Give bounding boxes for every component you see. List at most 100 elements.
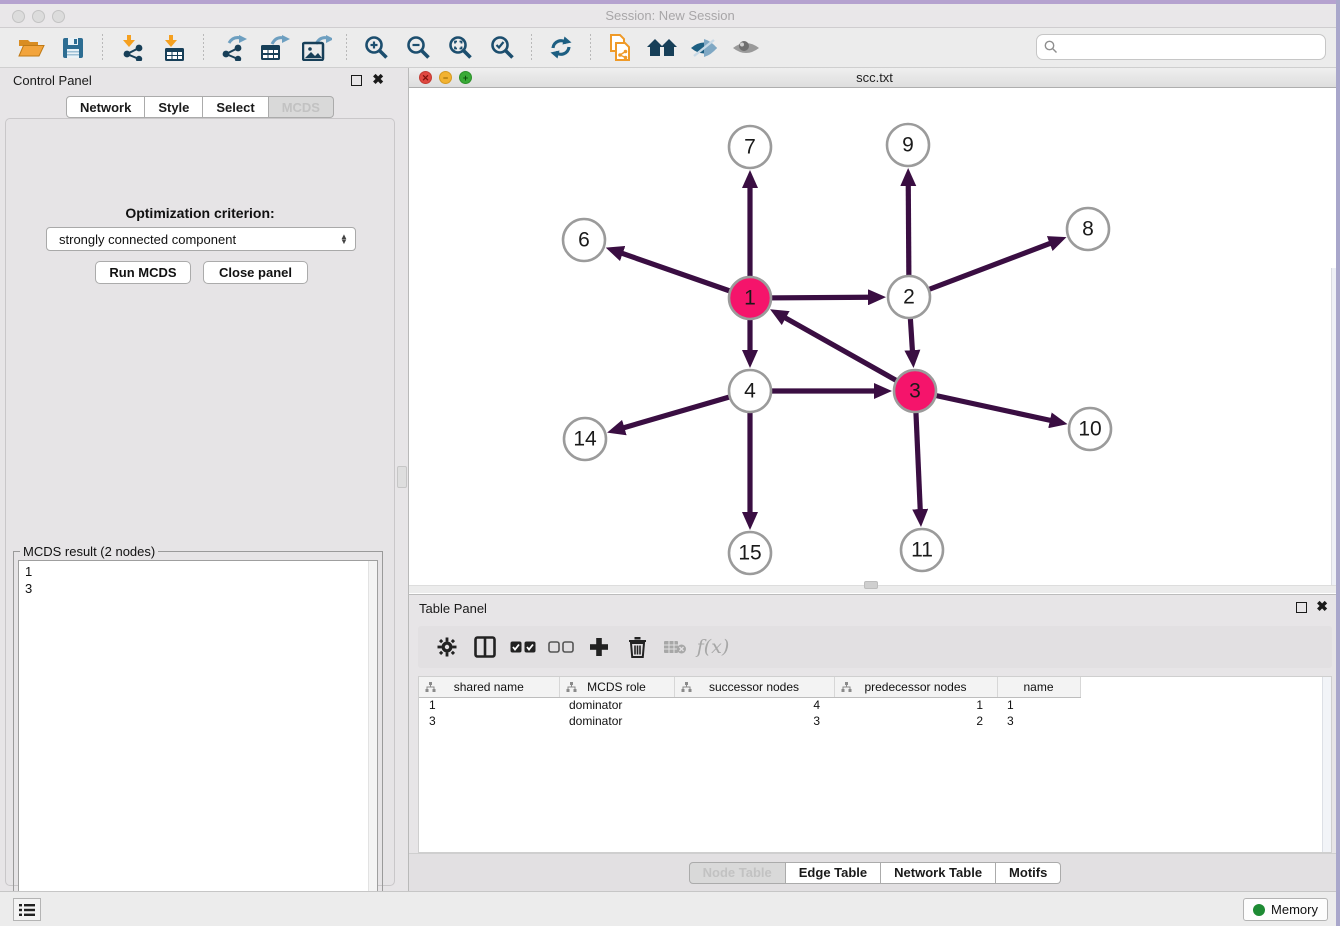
status-bar: Memory bbox=[0, 891, 1340, 926]
open-session-button[interactable] bbox=[14, 33, 48, 63]
table-cell[interactable]: 1 bbox=[997, 697, 1080, 713]
close-panel-icon[interactable]: ✖ bbox=[372, 71, 384, 88]
network-graph[interactable]: 7 9 6 8 1 2 4 3 14 10 15 11 bbox=[409, 88, 1339, 585]
export-network-button[interactable] bbox=[216, 33, 250, 63]
hide-unselected-button[interactable] bbox=[687, 33, 721, 63]
graph-node-3[interactable]: 3 bbox=[894, 370, 936, 412]
column-header-successor-nodes[interactable]: successor nodes bbox=[674, 677, 834, 697]
network-view-window: ✕ − + scc.txt 7 9 6 8 1 2 4 3 14 10 15 11 bbox=[408, 68, 1340, 594]
result-scrollbar[interactable] bbox=[368, 561, 377, 917]
column-view-button[interactable] bbox=[468, 632, 502, 662]
table-cell[interactable]: 3 bbox=[674, 713, 834, 729]
home-icon bbox=[646, 36, 678, 60]
import-table-button[interactable] bbox=[157, 33, 191, 63]
zoom-in-button[interactable] bbox=[359, 33, 393, 63]
zoom-selected-button[interactable] bbox=[485, 33, 519, 63]
search-field[interactable] bbox=[1036, 34, 1326, 60]
tab-mcds[interactable]: MCDS bbox=[269, 96, 334, 118]
tab-network[interactable]: Network bbox=[66, 96, 145, 118]
deselect-all-button[interactable] bbox=[544, 632, 578, 662]
graph-node-7[interactable]: 7 bbox=[729, 126, 771, 168]
table-cell[interactable]: 2 bbox=[834, 713, 997, 729]
delete-column-button[interactable] bbox=[620, 632, 654, 662]
float-panel-icon[interactable] bbox=[351, 75, 362, 86]
panel-splitter-handle[interactable] bbox=[397, 466, 407, 488]
toolbar-separator bbox=[203, 34, 204, 62]
function-builder-button[interactable]: f(x) bbox=[696, 632, 730, 662]
import-network-button[interactable] bbox=[115, 33, 149, 63]
clone-network-icon bbox=[607, 34, 633, 62]
graph-edge-2-8[interactable] bbox=[909, 243, 1051, 297]
table-cell[interactable]: 3 bbox=[997, 713, 1080, 729]
table-cell[interactable]: 4 bbox=[674, 697, 834, 713]
graph-node-label: 10 bbox=[1078, 418, 1101, 441]
table-row[interactable]: 3dominator323 bbox=[419, 713, 1080, 729]
memory-button[interactable]: Memory bbox=[1243, 898, 1328, 921]
mcds-result-title: MCDS result (2 nodes) bbox=[20, 544, 158, 559]
graph-node-4[interactable]: 4 bbox=[729, 370, 771, 412]
table-settings-button[interactable] bbox=[430, 632, 464, 662]
refresh-button[interactable] bbox=[544, 33, 578, 63]
table-cell[interactable]: 1 bbox=[419, 697, 559, 713]
run-mcds-button[interactable]: Run MCDS bbox=[95, 261, 191, 284]
graph-node-2[interactable]: 2 bbox=[888, 276, 930, 318]
trash-icon bbox=[628, 636, 647, 658]
go-home-button[interactable] bbox=[645, 33, 679, 63]
table-scrollbar[interactable] bbox=[1322, 677, 1331, 852]
select-all-button[interactable] bbox=[506, 632, 540, 662]
mcds-result-list[interactable]: 13 bbox=[18, 560, 378, 918]
column-header-name[interactable]: name bbox=[997, 677, 1080, 697]
network-window-titlebar[interactable]: ✕ − + scc.txt bbox=[409, 68, 1340, 88]
graph-node-6[interactable]: 6 bbox=[563, 219, 605, 261]
column-header-predecessor-nodes[interactable]: predecessor nodes bbox=[834, 677, 997, 697]
zoom-out-button[interactable] bbox=[401, 33, 435, 63]
table-cell[interactable]: 3 bbox=[419, 713, 559, 729]
graph-node-label: 3 bbox=[909, 380, 921, 403]
graph-node-1[interactable]: 1 bbox=[729, 277, 771, 319]
zoom-in-icon bbox=[364, 35, 389, 60]
graph-node-11[interactable]: 11 bbox=[901, 529, 943, 571]
show-all-button[interactable] bbox=[729, 33, 763, 63]
memory-label: Memory bbox=[1271, 902, 1318, 917]
graph-edge-3-1[interactable] bbox=[785, 318, 915, 391]
tab-network-table[interactable]: Network Table bbox=[881, 862, 996, 884]
task-history-button[interactable] bbox=[13, 898, 41, 921]
network-canvas[interactable]: 7 9 6 8 1 2 4 3 14 10 15 11 bbox=[409, 88, 1339, 585]
clone-network-button[interactable] bbox=[603, 33, 637, 63]
table-cell[interactable]: 1 bbox=[834, 697, 997, 713]
view-resize-handle[interactable] bbox=[864, 581, 878, 589]
graph-node-label: 14 bbox=[573, 428, 597, 451]
export-table-button[interactable] bbox=[258, 33, 292, 63]
graph-node-8[interactable]: 8 bbox=[1067, 208, 1109, 250]
float-table-panel-icon[interactable] bbox=[1296, 602, 1307, 613]
node-table-grid[interactable]: shared nameMCDS rolesuccessor nodesprede… bbox=[419, 677, 1081, 729]
close-table-panel-icon[interactable]: ✖ bbox=[1316, 598, 1328, 615]
fx-icon: f(x) bbox=[697, 636, 730, 658]
zoom-fit-button[interactable] bbox=[443, 33, 477, 63]
graph-node-14[interactable]: 14 bbox=[564, 418, 606, 460]
optimization-criterion-select[interactable]: strongly connected component ▲▼ bbox=[46, 227, 356, 251]
delete-table-button[interactable] bbox=[658, 632, 692, 662]
column-header-shared-name[interactable]: shared name bbox=[419, 677, 559, 697]
table-cell[interactable]: dominator bbox=[559, 713, 674, 729]
graph-node-10[interactable]: 10 bbox=[1069, 408, 1111, 450]
window-titlebar: Session: New Session bbox=[0, 4, 1340, 28]
close-panel-button[interactable]: Close panel bbox=[203, 261, 308, 284]
table-row[interactable]: 1dominator411 bbox=[419, 697, 1080, 713]
tab-select[interactable]: Select bbox=[203, 96, 268, 118]
tab-edge-table[interactable]: Edge Table bbox=[786, 862, 881, 884]
graph-node-label: 6 bbox=[578, 229, 590, 252]
tab-node-table[interactable]: Node Table bbox=[689, 862, 786, 884]
graph-node-9[interactable]: 9 bbox=[887, 124, 929, 166]
column-header-MCDS-role[interactable]: MCDS role bbox=[559, 677, 674, 697]
graph-node-15[interactable]: 15 bbox=[729, 532, 771, 574]
save-session-button[interactable] bbox=[56, 33, 90, 63]
export-image-button[interactable] bbox=[300, 33, 334, 63]
table-cell[interactable]: dominator bbox=[559, 697, 674, 713]
tab-style[interactable]: Style bbox=[145, 96, 203, 118]
search-input[interactable] bbox=[1058, 36, 1325, 58]
table-tabs-strip: Node TableEdge TableNetwork TableMotifs bbox=[409, 853, 1340, 891]
import-table-icon bbox=[161, 35, 187, 61]
add-column-button[interactable] bbox=[582, 632, 616, 662]
tab-motifs[interactable]: Motifs bbox=[996, 862, 1061, 884]
